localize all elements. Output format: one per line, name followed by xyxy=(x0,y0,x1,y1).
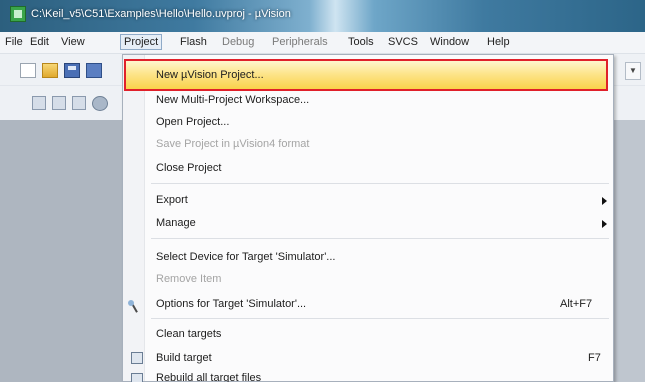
build-icon xyxy=(131,352,143,364)
menu-options-target[interactable]: Options for Target 'Simulator'... xyxy=(156,298,306,310)
menu-new-project[interactable]: New µVision Project... xyxy=(156,69,264,81)
open-folder-icon[interactable] xyxy=(42,63,58,78)
menu-separator xyxy=(151,318,609,319)
menu-svcs[interactable]: SVCS xyxy=(388,36,418,48)
menu-select-device[interactable]: Select Device for Target 'Simulator'... xyxy=(156,251,335,263)
menu-icon-gutter xyxy=(123,55,145,381)
menu-separator xyxy=(151,183,609,184)
menu-peripherals[interactable]: Peripherals xyxy=(272,36,328,48)
menu-window[interactable]: Window xyxy=(430,36,469,48)
uvision-app-icon[interactable] xyxy=(10,6,26,22)
options-wand-icon xyxy=(128,300,141,313)
menu-separator xyxy=(151,238,609,239)
submenu-arrow-icon xyxy=(602,197,607,205)
menu-manage[interactable]: Manage xyxy=(156,217,196,229)
menu-new-multi-workspace[interactable]: New Multi-Project Workspace... xyxy=(156,94,309,106)
rebuild-icon xyxy=(131,373,143,382)
menu-view[interactable]: View xyxy=(61,36,85,48)
title-bar: C:\Keil_v5\C51\Examples\Hello\Hello.uvpr… xyxy=(0,0,645,32)
submenu-arrow-icon xyxy=(602,220,607,228)
menu-build-target[interactable]: Build target xyxy=(156,352,212,364)
menu-close-project[interactable]: Close Project xyxy=(156,162,221,174)
menu-bar: File Edit View Project Flash Debug Perip… xyxy=(0,32,645,54)
menu-debug[interactable]: Debug xyxy=(222,36,254,48)
menu-open-project[interactable]: Open Project... xyxy=(156,116,229,128)
window-title: C:\Keil_v5\C51\Examples\Hello\Hello.uvpr… xyxy=(31,8,291,20)
target-combo-arrow-icon[interactable]: ▼ xyxy=(625,62,641,80)
menu-tools[interactable]: Tools xyxy=(348,36,374,48)
options-shortcut: Alt+F7 xyxy=(560,298,593,310)
project-menu-dropdown: New µVision Project... New Multi-Project… xyxy=(122,54,614,382)
translate-icon[interactable] xyxy=(32,96,46,110)
save-all-icon[interactable] xyxy=(86,63,102,78)
rebuild-toolbar-icon[interactable] xyxy=(72,96,86,110)
new-file-icon[interactable] xyxy=(20,63,36,78)
build-shortcut: F7 xyxy=(588,352,601,364)
options-toolbar-icon[interactable] xyxy=(92,96,108,111)
editor-area xyxy=(614,120,645,382)
save-icon[interactable] xyxy=(64,63,80,78)
menu-edit[interactable]: Edit xyxy=(30,36,49,48)
menu-clean-targets[interactable]: Clean targets xyxy=(156,328,221,340)
menu-remove-item[interactable]: Remove Item xyxy=(156,273,221,285)
project-panel[interactable] xyxy=(0,120,122,382)
menu-help[interactable]: Help xyxy=(487,36,510,48)
menu-export[interactable]: Export xyxy=(156,194,188,206)
menu-save-uv4[interactable]: Save Project in µVision4 format xyxy=(156,138,309,150)
menu-flash[interactable]: Flash xyxy=(180,36,207,48)
build-toolbar-icon[interactable] xyxy=(52,96,66,110)
menu-project[interactable]: Project xyxy=(120,34,163,50)
menu-rebuild-all[interactable]: Rebuild all target files xyxy=(156,372,261,382)
menu-file[interactable]: File xyxy=(5,36,23,48)
